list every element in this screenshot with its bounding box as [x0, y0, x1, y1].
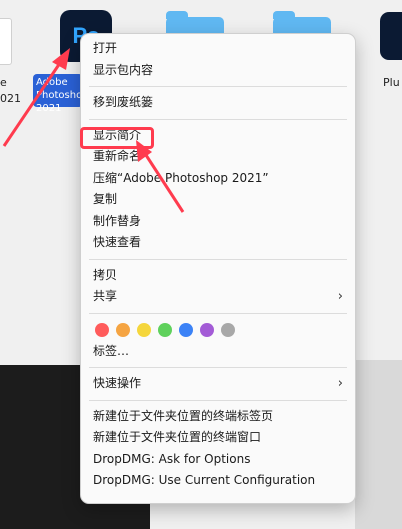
menu-item-share[interactable]: 共享 ›	[81, 286, 355, 308]
tag-color-dot[interactable]	[116, 322, 130, 337]
tag-color-dot[interactable]	[95, 322, 109, 337]
tag-color-dot[interactable]	[158, 322, 172, 337]
menu-item-rename[interactable]: 重新命名	[81, 146, 355, 168]
tag-color-dot[interactable]	[179, 322, 193, 337]
annotation-highlight-box	[80, 127, 154, 149]
menu-item-duplicate[interactable]: 复制	[81, 189, 355, 211]
menu-separator	[89, 86, 347, 87]
chevron-right-icon: ›	[337, 289, 343, 304]
right-app-label: Plu	[383, 76, 400, 89]
menu-item-new-terminal-tab[interactable]: 新建位于文件夹位置的终端标签页	[81, 406, 355, 428]
menu-item-dropdmg-ask[interactable]: DropDMG: Ask for Options	[81, 449, 355, 471]
tag-color-dot[interactable]	[221, 322, 235, 337]
tag-color-dot[interactable]	[137, 322, 151, 337]
menu-item-quick-actions[interactable]: 快速操作 ›	[81, 373, 355, 395]
menu-item-open[interactable]: 打开	[81, 38, 355, 60]
menu-item-new-terminal-window[interactable]: 新建位于文件夹位置的终端窗口	[81, 427, 355, 449]
quick-actions-label: 快速操作	[93, 376, 142, 390]
menu-item-quick-look[interactable]: 快速查看	[81, 232, 355, 254]
gray-window-background	[355, 360, 402, 529]
menu-item-copy[interactable]: 拷贝	[81, 265, 355, 287]
left-file-label-2: 021	[0, 92, 21, 105]
context-menu: 打开 显示包内容 移到废纸篓 显示简介 重新命名 压缩“Adobe Photos…	[80, 33, 356, 504]
menu-separator	[89, 312, 347, 314]
menu-separator	[89, 118, 347, 120]
menu-item-move-to-trash[interactable]: 移到废纸篓	[81, 92, 355, 114]
menu-item-show-package-contents[interactable]: 显示包内容	[81, 60, 355, 82]
menu-item-tags[interactable]: 标签…	[81, 341, 355, 363]
document-icon[interactable]	[0, 18, 12, 65]
menu-item-dropdmg-use[interactable]: DropDMG: Use Current Configuration	[81, 470, 355, 492]
menu-separator	[89, 258, 347, 260]
share-label: 共享	[93, 289, 118, 303]
menu-item-make-alias[interactable]: 制作替身	[81, 211, 355, 233]
selected-app-label[interactable]: Adobe Photoshop 2021	[33, 74, 89, 114]
chevron-right-icon: ›	[337, 376, 343, 391]
menu-separator	[89, 399, 347, 401]
left-file-label: e	[0, 76, 7, 89]
tag-color-dot[interactable]	[200, 322, 214, 337]
tag-color-row	[81, 319, 355, 341]
menu-item-compress[interactable]: 压缩“Adobe Photoshop 2021”	[81, 168, 355, 190]
app-icon-right[interactable]	[380, 12, 402, 60]
menu-separator	[89, 367, 347, 368]
